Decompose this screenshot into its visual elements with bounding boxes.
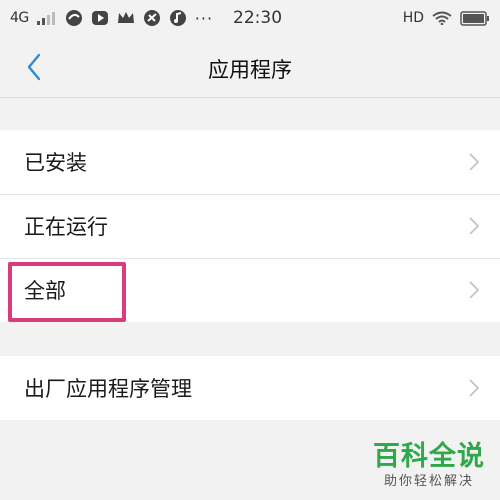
- header-bar: 应用程序: [0, 36, 500, 98]
- chevron-right-icon: [469, 281, 480, 299]
- menu-item-label: 正在运行: [24, 215, 108, 239]
- status-right: HD: [403, 10, 490, 26]
- status-time: 22:30: [233, 8, 283, 28]
- video-app-icon: [91, 11, 108, 25]
- status-left: 4G ··· 22:30: [10, 8, 282, 28]
- game-app-icon: [143, 10, 160, 26]
- menu-group-factory: 出厂应用程序管理: [0, 356, 500, 420]
- menu-item-label: 全部: [24, 279, 66, 303]
- chevron-right-icon: [469, 153, 480, 171]
- menu-item-label: 已安装: [24, 151, 87, 175]
- more-notifications: ···: [194, 8, 214, 28]
- watermark-logo: 百科全说 助你轻松解决: [366, 434, 492, 492]
- music-app-icon: [169, 10, 186, 26]
- menu-group-apps: 已安装 正在运行 全部: [0, 130, 500, 322]
- menu-item-running[interactable]: 正在运行: [0, 194, 500, 258]
- menu-item-label: 出厂应用程序管理: [24, 377, 192, 401]
- menu-item-all[interactable]: 全部: [0, 258, 500, 322]
- signal-icon: [36, 12, 55, 25]
- page-title: 应用程序: [208, 58, 292, 82]
- watermark-subtitle: 助你轻松解决: [383, 474, 474, 489]
- menu-item-installed[interactable]: 已安装: [0, 130, 500, 194]
- crown-app-icon: [117, 12, 134, 23]
- network-type: 4G: [10, 10, 29, 26]
- menu-item-factory-apps[interactable]: 出厂应用程序管理: [0, 356, 500, 420]
- chevron-right-icon: [469, 379, 480, 397]
- wifi-icon: [432, 11, 452, 25]
- hd-label: HD: [402, 10, 424, 26]
- status-bar: 4G ··· 22:30 HD: [0, 0, 500, 36]
- watermark-title: 百科全说: [373, 441, 485, 472]
- browser-app-icon: [65, 10, 82, 26]
- battery-icon: [460, 10, 489, 26]
- chevron-right-icon: [469, 217, 480, 235]
